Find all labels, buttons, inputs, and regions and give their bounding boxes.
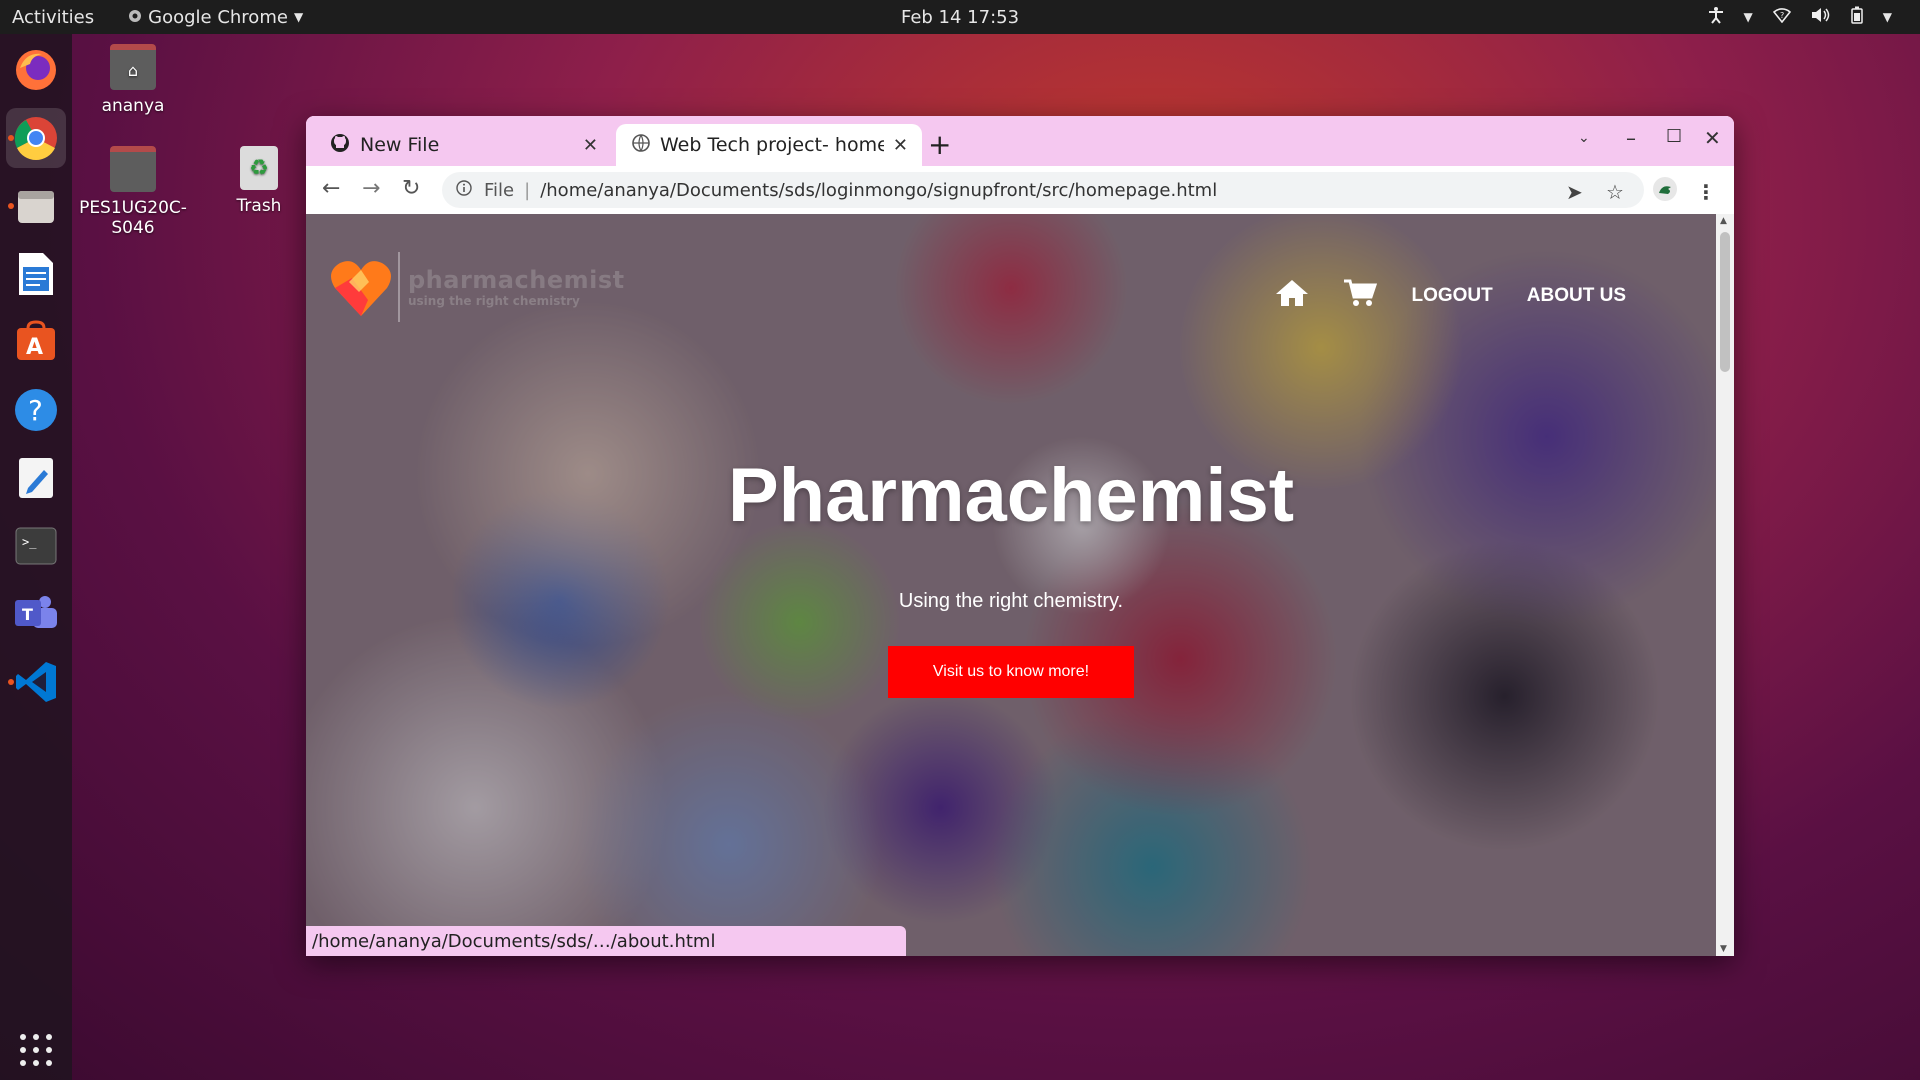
battery-icon[interactable] — [1851, 6, 1863, 29]
app-name: Google Chrome — [148, 6, 288, 28]
hero-subtitle: Using the right chemistry. — [898, 590, 1124, 612]
close-icon[interactable]: ✕ — [583, 135, 598, 156]
toolbar: ← → ↻ File | /home/ananya/Documents/sds/… — [306, 166, 1734, 214]
vscode-icon[interactable] — [6, 652, 66, 712]
logo-tagline: using the right chemistry — [408, 294, 580, 308]
activities-button[interactable]: Activities — [12, 7, 94, 28]
bookmark-star-icon[interactable]: ☆ — [1606, 180, 1624, 204]
site-logo[interactable]: pharmachemist using the right chemistry — [330, 252, 625, 322]
trash-icon: ♻ — [240, 146, 278, 190]
logo-name: pharmachemist — [408, 266, 625, 294]
running-indicator — [8, 679, 14, 685]
logo-divider — [398, 252, 400, 322]
hero-title: Pharmachemist — [727, 453, 1295, 538]
volume-icon[interactable] — [1811, 7, 1831, 28]
running-indicator — [8, 203, 14, 209]
desktop-folder[interactable]: PES1UG20C-S046 — [68, 146, 198, 238]
heart-logo-icon — [330, 258, 391, 316]
browser-window: New File ✕ Web Tech project- homep ✕ + ⌄… — [306, 116, 1734, 956]
svg-text:?: ? — [28, 394, 43, 427]
info-icon[interactable] — [456, 179, 472, 201]
url-separator: | — [524, 179, 531, 201]
clock[interactable]: Feb 14 17:53 — [901, 7, 1019, 28]
page-scrollbar[interactable]: ▲ ▼ — [1716, 214, 1734, 956]
tab-new-file[interactable]: New File ✕ — [314, 124, 612, 166]
scroll-down-icon[interactable]: ▼ — [1720, 944, 1727, 954]
svg-text:A: A — [26, 335, 43, 360]
address-bar[interactable]: File | /home/ananya/Documents/sds/loginm… — [442, 172, 1644, 208]
svg-text:?: ? — [1780, 11, 1784, 20]
text-editor-icon[interactable] — [6, 448, 66, 508]
close-window-icon[interactable]: ✕ — [1704, 126, 1721, 150]
terminal-icon[interactable]: >_ — [6, 516, 66, 576]
app-menu[interactable]: Google Chrome ▼ — [128, 7, 303, 28]
page-viewport: pharmachemist using the right chemistry … — [306, 214, 1716, 956]
reload-icon[interactable]: ↻ — [402, 176, 420, 201]
wifi-icon[interactable]: ? — [1772, 7, 1791, 28]
menu-kebab-icon[interactable]: ⋮ — [1696, 180, 1716, 204]
home-folder-icon: ⌂ — [110, 44, 156, 90]
software-icon[interactable]: A — [6, 312, 66, 372]
site-nav: LOGOUT ABOUT US — [1275, 278, 1626, 314]
tab-bar: New File ✕ Web Tech project- homep ✕ + ⌄… — [306, 116, 1734, 166]
desktop-icon-label: PES1UG20C-S046 — [79, 198, 187, 238]
desktop-trash[interactable]: ♻ Trash — [194, 146, 324, 216]
url-scheme: File — [484, 179, 515, 201]
chevron-down-icon: ▼ — [293, 10, 304, 24]
nav-logout-link[interactable]: LOGOUT — [1411, 285, 1492, 307]
close-icon[interactable]: ✕ — [893, 135, 908, 156]
show-applications-icon[interactable] — [20, 1034, 52, 1066]
tab-title: Web Tech project- homep — [660, 134, 884, 156]
nav-about-link[interactable]: ABOUT US — [1527, 285, 1626, 307]
desktop-icon-label: Trash — [236, 196, 282, 216]
tab-homepage[interactable]: Web Tech project- homep ✕ — [616, 124, 922, 166]
desktop-home-folder[interactable]: ⌂ ananya — [68, 44, 198, 116]
back-icon[interactable]: ← — [322, 176, 340, 201]
home-icon[interactable] — [1275, 278, 1309, 314]
scroll-up-icon[interactable]: ▲ — [1720, 216, 1727, 226]
tab-search-icon[interactable]: ⌄ — [1578, 130, 1590, 146]
chrome-icon[interactable] — [6, 108, 66, 168]
folder-icon — [110, 146, 156, 192]
minimize-icon[interactable]: – — [1626, 126, 1636, 150]
firefox-icon[interactable] — [6, 40, 66, 100]
svg-text:T: T — [22, 605, 33, 624]
tab-title: New File — [360, 134, 440, 156]
svg-text:>_: >_ — [22, 535, 37, 549]
maximize-icon[interactable]: ☐ — [1666, 126, 1682, 147]
teams-icon[interactable]: T — [6, 584, 66, 644]
chevron-down-icon: ▼ — [1882, 10, 1892, 24]
new-tab-icon[interactable]: + — [928, 128, 951, 161]
system-tray[interactable]: ▼ ? ▼ — [1708, 6, 1892, 29]
running-indicator — [8, 135, 14, 141]
accessibility-icon[interactable] — [1708, 6, 1724, 29]
globe-icon — [632, 133, 650, 157]
url-text[interactable]: /home/ananya/Documents/sds/loginmongo/si… — [540, 180, 1217, 201]
dock: A ? >_ T — [0, 34, 72, 1080]
status-bubble: /home/ananya/Documents/sds/…/about.html — [306, 926, 906, 956]
scrollbar-thumb[interactable] — [1720, 232, 1730, 372]
writer-icon[interactable] — [6, 244, 66, 304]
chevron-down-icon: ▼ — [1743, 10, 1753, 24]
send-icon[interactable]: ➤ — [1566, 180, 1583, 204]
visit-us-button[interactable]: Visit us to know more! — [888, 646, 1134, 698]
desktop-icon-label: ananya — [101, 96, 165, 116]
help-icon[interactable]: ? — [6, 380, 66, 440]
forward-icon[interactable]: → — [362, 176, 380, 201]
cart-icon[interactable] — [1343, 278, 1378, 314]
files-icon[interactable] — [6, 176, 66, 236]
top-bar: Activities Google Chrome ▼ Feb 14 17:53 … — [0, 0, 1920, 34]
github-icon — [330, 133, 350, 158]
chrome-small-icon — [128, 7, 142, 28]
profile-avatar[interactable] — [1652, 176, 1678, 207]
